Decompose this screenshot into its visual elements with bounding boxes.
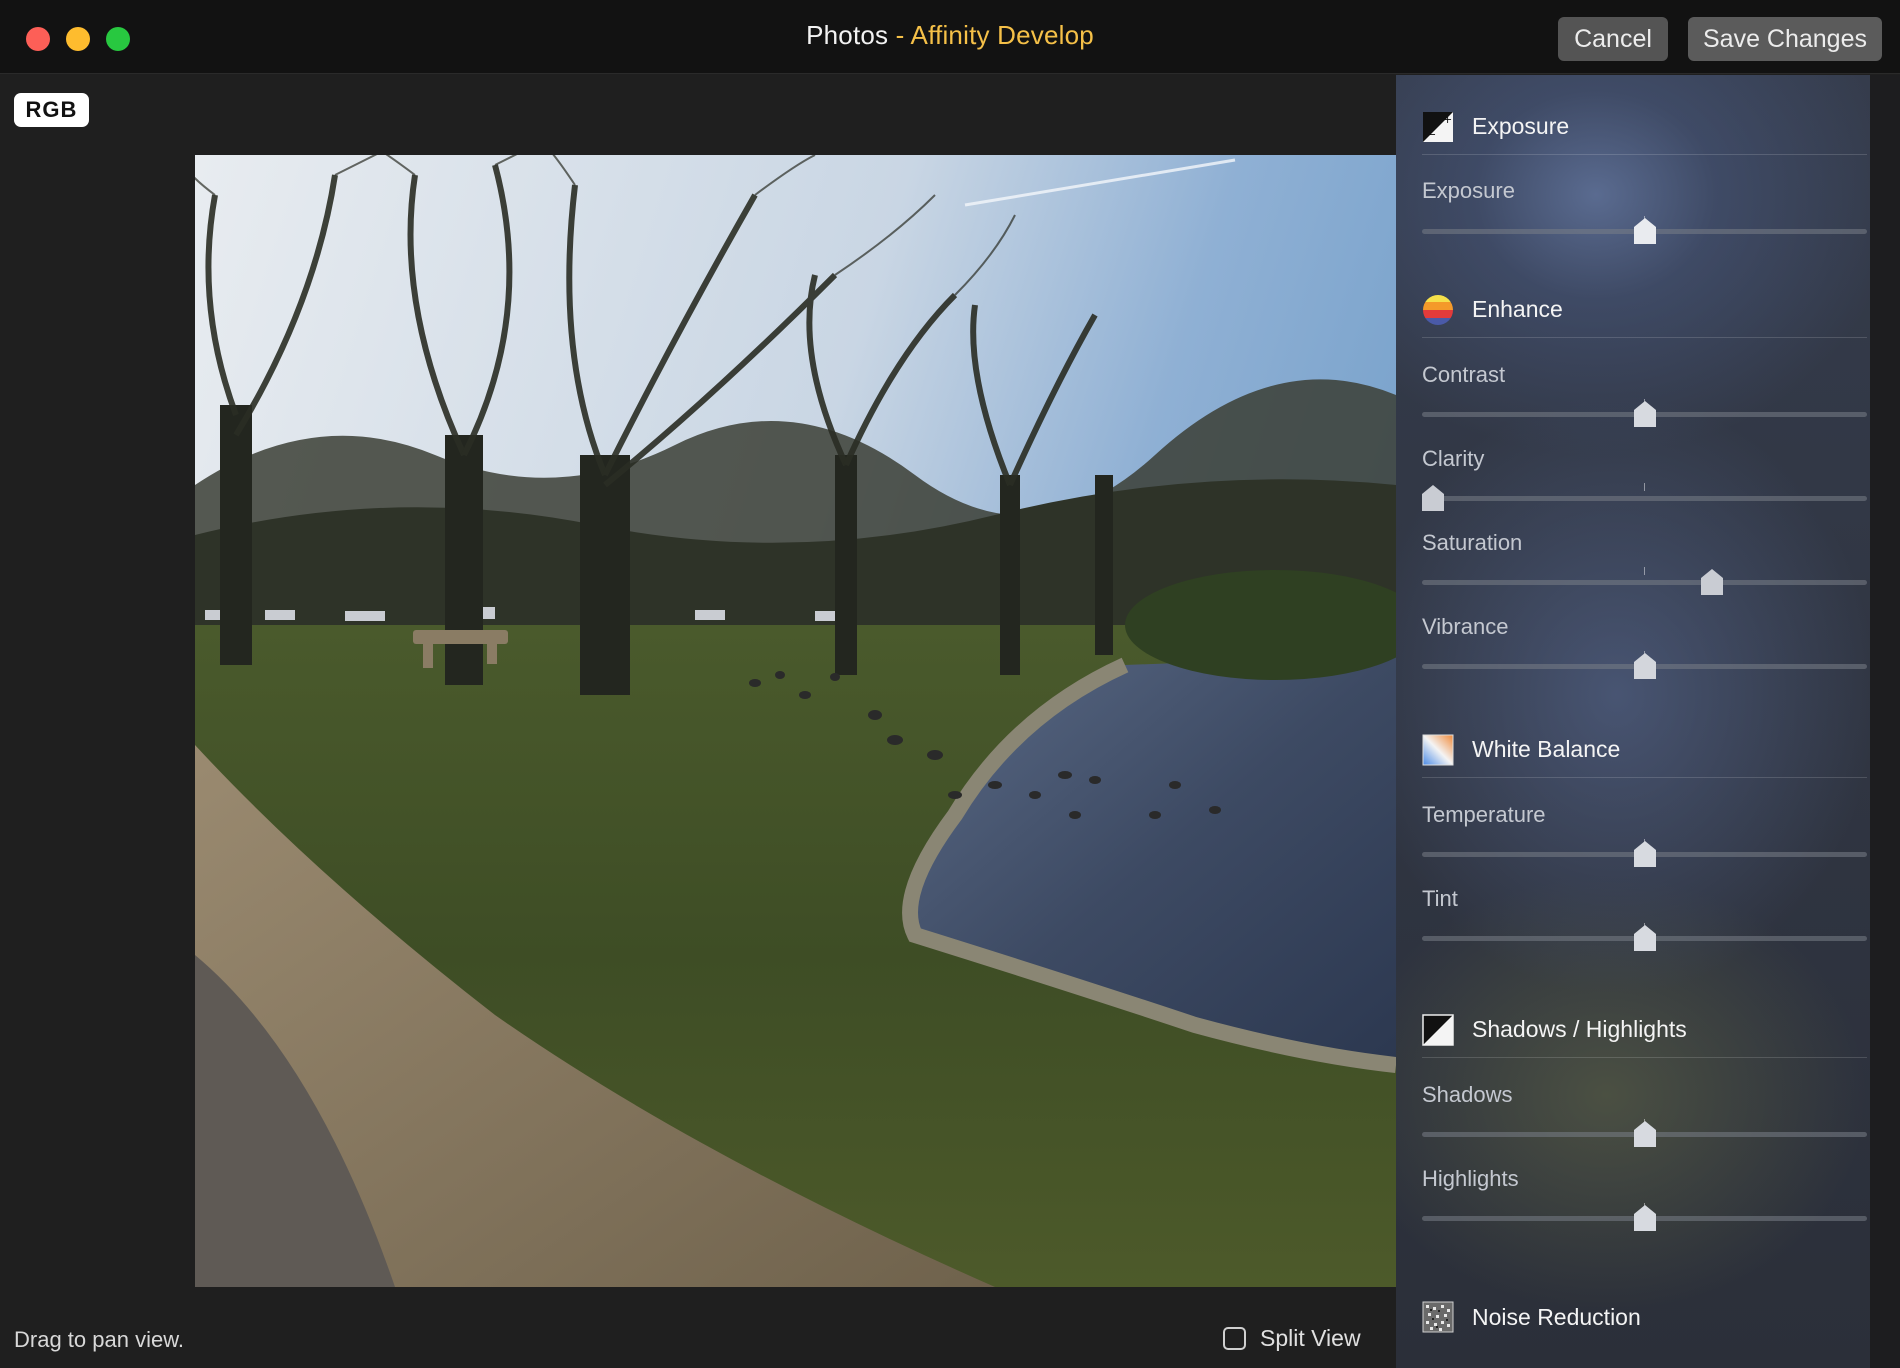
slider-label-contrast: Contrast bbox=[1422, 362, 1506, 387]
section-white-balance[interactable]: White Balance bbox=[1422, 722, 1867, 778]
window-title-app: Photos bbox=[806, 20, 889, 50]
slider-label-shadows: Shadows bbox=[1422, 1082, 1513, 1107]
photo-image bbox=[195, 155, 1396, 1287]
panel-scrollbar[interactable] bbox=[1870, 75, 1900, 1368]
slider-thumb[interactable] bbox=[1701, 569, 1724, 595]
section-title: Noise Reduction bbox=[1472, 1303, 1641, 1330]
slider-vibrance[interactable] bbox=[1422, 651, 1867, 681]
status-text: Drag to pan view. bbox=[14, 1327, 184, 1352]
slider-thumb[interactable] bbox=[1633, 1121, 1656, 1147]
photo-preview[interactable] bbox=[195, 155, 1396, 1287]
slider-label-exposure: Exposure bbox=[1422, 178, 1515, 203]
exposure-icon: + − bbox=[1423, 111, 1453, 142]
slider-highlights[interactable] bbox=[1422, 1203, 1867, 1233]
section-enhance[interactable]: Enhance bbox=[1422, 282, 1867, 338]
split-view-label: Split View bbox=[1260, 1325, 1361, 1351]
slider-label-temperature: Temperature bbox=[1422, 802, 1546, 827]
section-title: White Balance bbox=[1472, 736, 1621, 762]
split-view-toggle[interactable]: Split View bbox=[1223, 1325, 1361, 1352]
svg-text:−: − bbox=[1427, 128, 1436, 141]
slider-thumb[interactable] bbox=[1633, 1205, 1656, 1231]
window-title-separator: - bbox=[895, 20, 905, 50]
white-balance-icon bbox=[1422, 734, 1454, 765]
slider-track bbox=[1422, 496, 1867, 501]
slider-thumb[interactable] bbox=[1422, 485, 1444, 511]
slider-label-tint: Tint bbox=[1422, 886, 1458, 911]
slider-thumb[interactable] bbox=[1633, 841, 1656, 867]
slider-temperature[interactable] bbox=[1422, 839, 1867, 869]
slider-thumb[interactable] bbox=[1633, 401, 1656, 427]
cancel-button[interactable]: Cancel bbox=[1558, 17, 1668, 61]
svg-text:+: + bbox=[1443, 113, 1452, 126]
canvas-area[interactable]: RGB Drag to pan view. Split View bbox=[0, 75, 1396, 1368]
enhance-icon bbox=[1423, 294, 1453, 325]
slider-tint[interactable] bbox=[1422, 923, 1867, 953]
section-title: Shadows / Highlights bbox=[1472, 1016, 1687, 1042]
slider-exposure[interactable] bbox=[1422, 216, 1867, 246]
noise-reduction-icon bbox=[1422, 1301, 1454, 1333]
slider-label-vibrance: Vibrance bbox=[1422, 614, 1509, 639]
shadows-highlights-icon bbox=[1422, 1013, 1454, 1046]
slider-thumb[interactable] bbox=[1633, 653, 1656, 679]
slider-contrast[interactable] bbox=[1422, 399, 1867, 429]
slider-center-tick bbox=[1644, 567, 1645, 575]
slider-label-clarity: Clarity bbox=[1422, 446, 1485, 471]
channel-badge[interactable]: RGB bbox=[14, 93, 89, 127]
slider-clarity[interactable] bbox=[1422, 483, 1867, 513]
save-changes-button[interactable]: Save Changes bbox=[1688, 17, 1882, 61]
section-exposure[interactable]: + − Exposure bbox=[1422, 99, 1867, 155]
slider-thumb[interactable] bbox=[1633, 218, 1656, 244]
slider-label-highlights: Highlights bbox=[1422, 1166, 1519, 1191]
section-shadows-highlights[interactable]: Shadows / Highlights bbox=[1422, 1002, 1867, 1058]
slider-saturation[interactable] bbox=[1422, 567, 1867, 597]
section-title: Exposure bbox=[1472, 113, 1570, 139]
title-bar: Photos - Affinity Develop Cancel Save Ch… bbox=[0, 0, 1900, 74]
slider-thumb[interactable] bbox=[1633, 925, 1656, 951]
adjustments-panel: + − Exposure Exposure Enhance Contrast C… bbox=[1396, 75, 1900, 1368]
slider-label-saturation: Saturation bbox=[1422, 530, 1523, 555]
slider-center-tick bbox=[1644, 483, 1645, 491]
section-noise-reduction[interactable]: Noise Reduction bbox=[1422, 1289, 1867, 1345]
window-title-plugin: Affinity Develop bbox=[910, 20, 1094, 50]
slider-track bbox=[1422, 580, 1867, 585]
slider-shadows[interactable] bbox=[1422, 1119, 1867, 1149]
split-view-checkbox[interactable] bbox=[1223, 1327, 1246, 1350]
section-title: Enhance bbox=[1472, 296, 1563, 322]
